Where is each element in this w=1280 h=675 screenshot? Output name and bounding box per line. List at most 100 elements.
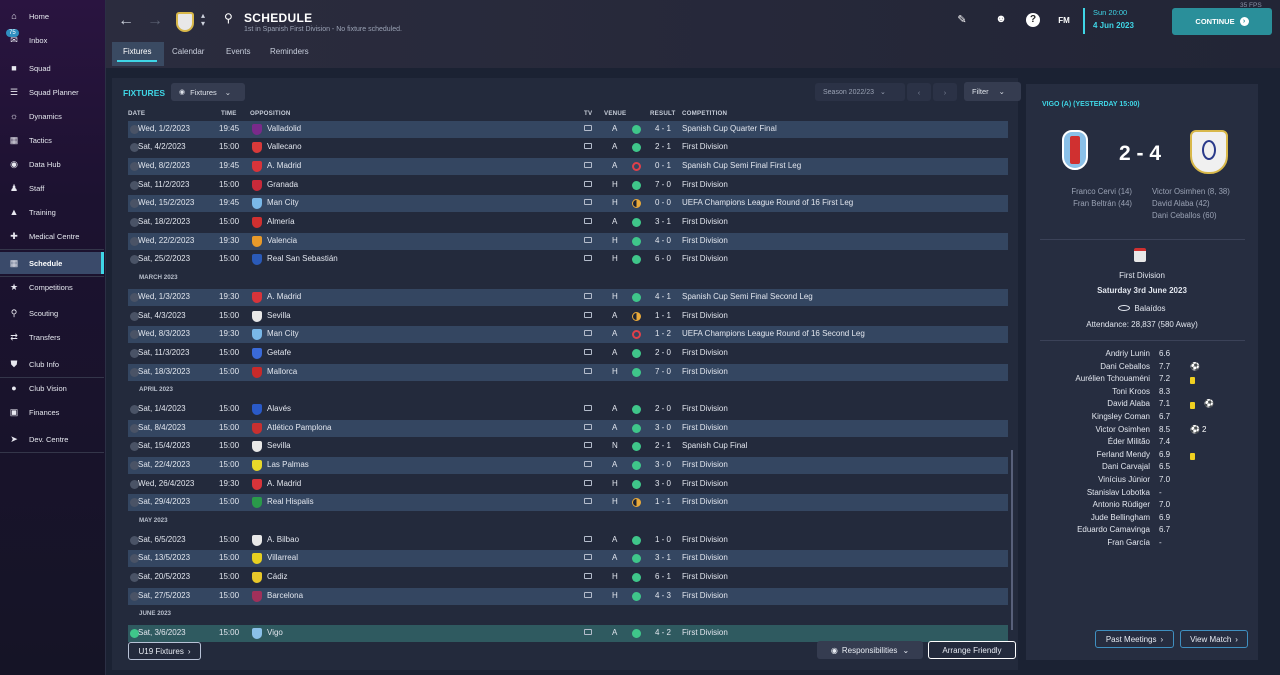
fixture-row[interactable]: Sat, 18/2/2023 15:00 Almería A 3 - 1 First Di…: [128, 214, 1008, 231]
fixture-opposition[interactable]: Man City: [267, 329, 299, 338]
fixture-result[interactable]: 4 - 0: [655, 236, 671, 245]
fixture-opposition[interactable]: Valladolid: [267, 124, 301, 133]
fixture-opposition[interactable]: A. Madrid: [267, 161, 301, 170]
col-date[interactable]: DATE: [128, 110, 145, 117]
fixture-result[interactable]: 4 - 3: [655, 591, 671, 600]
col-time[interactable]: TIME: [221, 110, 237, 117]
search-icon[interactable]: ⚲: [224, 11, 233, 25]
fixture-row[interactable]: Wed, 26/4/2023 19:30 A. Madrid H 3 - 0 First …: [128, 476, 1008, 493]
fixture-opposition[interactable]: A. Madrid: [267, 479, 301, 488]
fixture-result[interactable]: 3 - 1: [655, 217, 671, 226]
player-name[interactable]: Stanislav Lobotka: [1040, 488, 1150, 497]
fixture-opposition[interactable]: Vigo: [267, 628, 283, 637]
sidebar-item-competitions[interactable]: ★ Competitions: [0, 276, 104, 298]
fixture-row[interactable]: Sat, 11/3/2023 15:00 Getafe A 2 - 0 First Div…: [128, 345, 1008, 362]
edit-icon[interactable]: ✎: [955, 13, 969, 27]
fixture-row[interactable]: Sat, 20/5/2023 15:00 Cádiz H 6 - 1 First Divi…: [128, 569, 1008, 586]
fixture-opposition[interactable]: A. Bilbao: [267, 535, 299, 544]
fixture-result[interactable]: 6 - 0: [655, 254, 671, 263]
fixture-opposition[interactable]: Granada: [267, 180, 298, 189]
player-name[interactable]: Andriy Lunin: [1040, 349, 1150, 358]
fixture-row[interactable]: Sat, 4/3/2023 15:00 Sevilla A 1 - 1 First Div…: [128, 308, 1008, 325]
sidebar-item-staff[interactable]: ♟ Staff: [0, 177, 104, 199]
sidebar-item-inbox[interactable]: ✉ 75 Inbox: [0, 29, 104, 51]
player-name[interactable]: Aurélien Tchouaméni: [1040, 374, 1150, 383]
fixture-row[interactable]: Sat, 8/4/2023 15:00 Atlético Pamplona A 3 - …: [128, 420, 1008, 437]
fixture-opposition[interactable]: Getafe: [267, 348, 291, 357]
sidebar-item-schedule[interactable]: ▦ Schedule: [0, 252, 104, 274]
fixture-result[interactable]: 1 - 0: [655, 535, 671, 544]
fixture-result[interactable]: 3 - 0: [655, 460, 671, 469]
fixture-opposition[interactable]: Vallecano: [267, 142, 302, 151]
player-name[interactable]: Dani Carvajal: [1040, 462, 1150, 471]
fixture-result[interactable]: 3 - 1: [655, 553, 671, 562]
filter-button[interactable]: Filter ⌄: [964, 82, 1021, 101]
fixture-opposition[interactable]: Las Palmas: [267, 460, 309, 469]
fixture-row[interactable]: Sat, 27/5/2023 15:00 Barcelona H 4 - 3 First …: [128, 588, 1008, 605]
fixture-opposition[interactable]: Man City: [267, 198, 299, 207]
player-name[interactable]: Vinícius Júnior: [1040, 475, 1150, 484]
continue-button[interactable]: CONTINUE ›: [1172, 8, 1272, 35]
sidebar-item-scouting[interactable]: ⚲ Scouting: [0, 302, 104, 324]
fixture-row[interactable]: Wed, 15/2/2023 19:45 Man City H 0 - 0 UEFA Ch…: [128, 195, 1008, 212]
fm-menu-icon[interactable]: FM: [1057, 16, 1071, 30]
fixture-opposition[interactable]: Sevilla: [267, 441, 291, 450]
fixture-row[interactable]: Sat, 25/2/2023 15:00 Real San Sebastián H 6 …: [128, 251, 1008, 268]
fixture-opposition[interactable]: Valencia: [267, 236, 297, 245]
help-icon[interactable]: ?: [1026, 13, 1040, 27]
fixture-opposition[interactable]: A. Madrid: [267, 292, 301, 301]
fixture-opposition[interactable]: Real San Sebastián: [267, 254, 338, 263]
fixture-opposition[interactable]: Mallorca: [267, 367, 297, 376]
col-result[interactable]: RESULT: [650, 110, 676, 117]
fixture-result[interactable]: 3 - 0: [655, 479, 671, 488]
player-name[interactable]: Victor Osimhen: [1040, 425, 1150, 434]
fixture-opposition[interactable]: Almería: [267, 217, 295, 226]
fixture-row[interactable]: Sat, 18/3/2023 15:00 Mallorca H 7 - 0 First D…: [128, 364, 1008, 381]
fixture-result[interactable]: 2 - 0: [655, 348, 671, 357]
responsibilities-button[interactable]: ◉ Responsibilities ⌄: [817, 641, 923, 659]
player-name[interactable]: Jude Bellingham: [1040, 513, 1150, 522]
player-name[interactable]: Fran García: [1040, 538, 1150, 547]
sidebar-item-home[interactable]: ⌂ Home: [0, 5, 104, 27]
sidebar-item-squad[interactable]: ■ Squad: [0, 57, 104, 79]
fixture-result[interactable]: 2 - 1: [655, 142, 671, 151]
sidebar-item-club-vision[interactable]: ● Club Vision: [0, 377, 104, 399]
fixture-row[interactable]: Sat, 13/5/2023 15:00 Villarreal A 3 - 1 First…: [128, 550, 1008, 567]
fixture-result[interactable]: 1 - 2: [655, 329, 671, 338]
sidebar-item-medical-centre[interactable]: ✚ Medical Centre: [0, 225, 104, 247]
club-crest-icon[interactable]: [176, 12, 194, 32]
player-name[interactable]: Eduardo Camavinga: [1040, 525, 1150, 534]
sidebar-item-club-info[interactable]: ⛊ Club Info: [0, 353, 104, 375]
fixture-row[interactable]: Sat, 11/2/2023 15:00 Granada H 7 - 0 First Di…: [128, 177, 1008, 194]
fixture-row[interactable]: Wed, 8/2/2023 19:45 A. Madrid A 0 - 1 Spanish…: [128, 158, 1008, 175]
fixture-result[interactable]: 1 - 1: [655, 311, 671, 320]
player-name[interactable]: Ferland Mendy: [1040, 450, 1150, 459]
fixture-result[interactable]: 2 - 1: [655, 441, 671, 450]
club-switch-icon[interactable]: ▴ ▾: [201, 12, 205, 28]
u19-fixtures-button[interactable]: U19 Fixtures ›: [128, 642, 201, 660]
fixture-row[interactable]: Sat, 4/2/2023 15:00 Vallecano A 2 - 1 First D…: [128, 139, 1008, 156]
fixture-result[interactable]: 2 - 0: [655, 404, 671, 413]
fixture-result[interactable]: 4 - 1: [655, 124, 671, 133]
season-dropdown[interactable]: Season 2022/23 ⌄: [815, 83, 905, 101]
person-icon[interactable]: ☻: [994, 13, 1008, 27]
past-meetings-button[interactable]: Past Meetings ›: [1095, 630, 1174, 648]
sidebar-item-tactics[interactable]: ▦ Tactics: [0, 129, 104, 151]
fixture-row[interactable]: Wed, 22/2/2023 19:30 Valencia H 4 - 0 First D…: [128, 233, 1008, 250]
fixture-result[interactable]: 4 - 2: [655, 628, 671, 637]
fixture-opposition[interactable]: Alavés: [267, 404, 291, 413]
col-opposition[interactable]: OPPOSITION: [250, 110, 291, 117]
forward-arrow-icon[interactable]: →: [147, 12, 163, 30]
fixture-row[interactable]: Sat, 1/4/2023 15:00 Alavés A 2 - 0 First Divi…: [128, 401, 1008, 418]
fixture-row[interactable]: Wed, 8/3/2023 19:30 Man City A 1 - 2 UEFA Cha…: [128, 326, 1008, 343]
view-dropdown[interactable]: ◉ Fixtures ⌄: [171, 83, 245, 101]
arrange-friendly-button[interactable]: Arrange Friendly: [928, 641, 1016, 659]
scrollbar[interactable]: [1011, 450, 1013, 630]
sidebar-item-transfers[interactable]: ⇄ Transfers: [0, 326, 104, 348]
tab-fixtures[interactable]: Fixtures: [116, 47, 159, 62]
sidebar-item-training[interactable]: ▲ Training: [0, 201, 104, 223]
player-name[interactable]: Toni Kroos: [1040, 387, 1150, 396]
player-name[interactable]: Éder Militão: [1040, 437, 1150, 446]
fixture-row[interactable]: Sat, 3/6/2023 15:00 Vigo A 4 - 2 First Divisi…: [128, 625, 1008, 642]
player-name[interactable]: David Alaba: [1040, 399, 1150, 408]
